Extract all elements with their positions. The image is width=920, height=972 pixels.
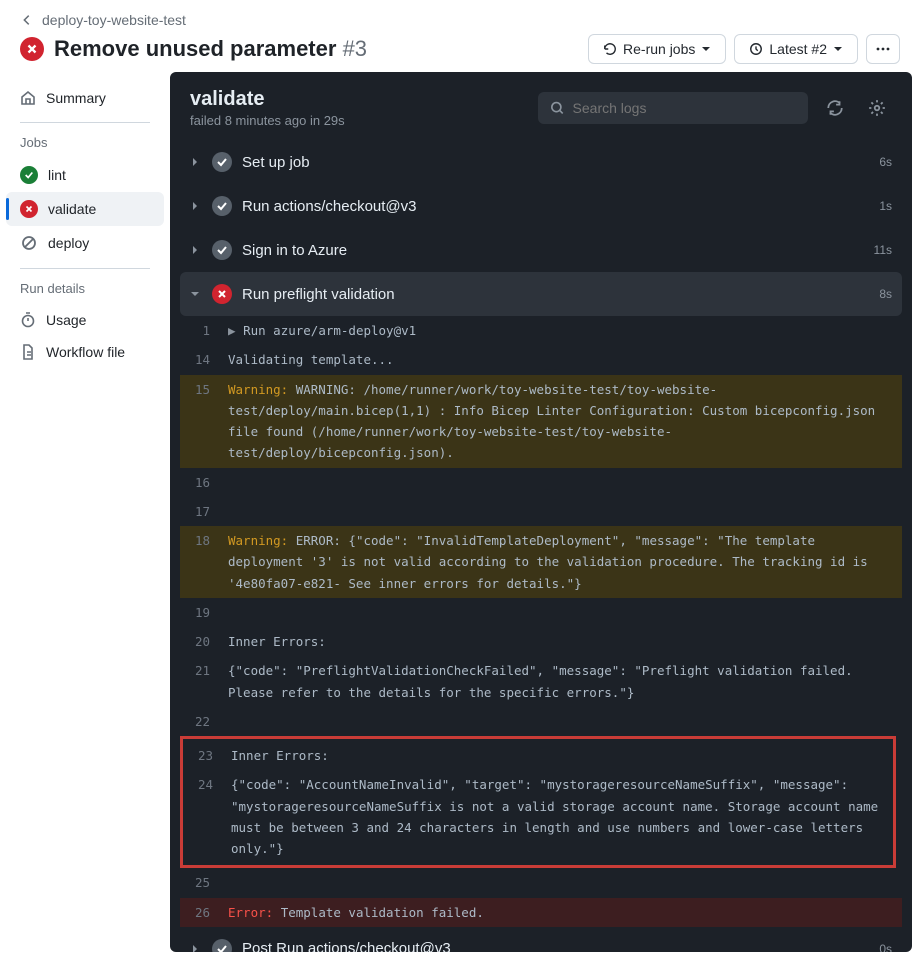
- search-logs[interactable]: [538, 92, 808, 124]
- step-toggle[interactable]: Sign in to Azure 11s: [180, 228, 902, 272]
- sidebar-workflow-file[interactable]: Workflow file: [6, 336, 164, 368]
- home-icon: [20, 90, 36, 106]
- sidebar-job-validate[interactable]: validate: [6, 192, 164, 226]
- step-name: Run actions/checkout@v3: [242, 198, 417, 215]
- chevron-icon: [190, 944, 202, 952]
- step-duration: 11s: [874, 243, 892, 257]
- search-input[interactable]: [573, 100, 796, 116]
- step-name: Run preflight validation: [242, 286, 395, 303]
- log-panel: validate failed 8 minutes ago in 29s Set…: [170, 72, 912, 952]
- run-details-heading: Run details: [6, 273, 164, 304]
- skip-icon: [20, 234, 38, 252]
- step-row: Sign in to Azure 11s: [180, 228, 902, 272]
- sidebar-summary[interactable]: Summary: [6, 82, 164, 114]
- step-name: Post Run actions/checkout@v3: [242, 940, 451, 952]
- check-icon: [212, 939, 232, 952]
- sidebar-job-deploy[interactable]: deploy: [6, 226, 164, 260]
- x-icon: [20, 200, 38, 218]
- chevron-icon: [190, 245, 202, 255]
- chevron-icon: [190, 289, 202, 299]
- log-line: 19: [180, 598, 902, 627]
- check-icon: [212, 240, 232, 260]
- log-line: 20Inner Errors:: [180, 627, 902, 656]
- refresh-logs-button[interactable]: [820, 93, 850, 123]
- settings-button[interactable]: [862, 93, 892, 123]
- sidebar: Summary Jobs lintvalidatedeploy Run deta…: [0, 68, 170, 960]
- log-line: 25: [180, 868, 902, 897]
- chevron-icon: [190, 201, 202, 211]
- step-toggle[interactable]: Set up job 6s: [180, 140, 902, 184]
- step-name: Set up job: [242, 154, 310, 171]
- step-row: Run preflight validation 8s 1▶ Run azure/a…: [180, 272, 902, 927]
- log-line: 16: [180, 468, 902, 497]
- log-line: 1▶ Run azure/arm-deploy@v1: [180, 316, 902, 345]
- log-line: 21{"code": "PreflightValidationCheckFail…: [180, 656, 902, 707]
- log-line: 26Error: Template validation failed.: [180, 898, 902, 927]
- step-duration: 1s: [879, 199, 892, 213]
- step-name: Sign in to Azure: [242, 242, 347, 259]
- step-row: Set up job 6s: [180, 140, 902, 184]
- chevron-icon: [190, 157, 202, 167]
- jobs-heading: Jobs: [6, 127, 164, 158]
- rerun-jobs-button[interactable]: Re-run jobs: [588, 34, 726, 64]
- page-title: Remove unused parameter #3: [54, 36, 367, 62]
- check-icon: [212, 196, 232, 216]
- sidebar-usage[interactable]: Usage: [6, 304, 164, 336]
- check-icon: [20, 166, 38, 184]
- highlighted-error-box: 23Inner Errors:24{"code": "AccountNameIn…: [180, 736, 896, 868]
- kebab-menu-button[interactable]: [866, 34, 900, 64]
- log-line: 24{"code": "AccountNameInvalid", "target…: [183, 770, 893, 863]
- log-line: 15Warning: WARNING: /home/runner/work/to…: [180, 375, 902, 468]
- step-row: Post Run actions/checkout@v3 0s: [180, 927, 902, 952]
- log-line: 17: [180, 497, 902, 526]
- step-duration: 6s: [879, 155, 892, 169]
- step-toggle[interactable]: Run preflight validation 8s: [180, 272, 902, 316]
- log-line: 22: [180, 707, 902, 736]
- step-toggle[interactable]: Post Run actions/checkout@v3 0s: [180, 927, 902, 952]
- status-fail-icon: [20, 37, 44, 61]
- breadcrumb: deploy-toy-website-test: [20, 12, 900, 28]
- log-line: 18Warning: ERROR: {"code": "InvalidTempl…: [180, 526, 902, 598]
- stopwatch-icon: [20, 312, 36, 328]
- job-subtitle: failed 8 minutes ago in 29s: [190, 113, 345, 128]
- step-duration: 8s: [879, 287, 892, 301]
- latest-run-button[interactable]: Latest #2: [734, 34, 858, 64]
- breadcrumb-link[interactable]: deploy-toy-website-test: [42, 12, 186, 28]
- log-line: 23Inner Errors:: [183, 741, 893, 770]
- log-line: 14Validating template...: [180, 345, 902, 374]
- step-duration: 0s: [879, 942, 892, 952]
- job-title: validate: [190, 88, 345, 111]
- file-icon: [20, 344, 36, 360]
- sidebar-job-lint[interactable]: lint: [6, 158, 164, 192]
- back-icon[interactable]: [20, 13, 34, 27]
- log-output: 1▶ Run azure/arm-deploy@v114Validating t…: [180, 316, 902, 927]
- x-icon: [212, 284, 232, 304]
- step-row: Run actions/checkout@v3 1s: [180, 184, 902, 228]
- search-icon: [550, 100, 565, 116]
- check-icon: [212, 152, 232, 172]
- step-toggle[interactable]: Run actions/checkout@v3 1s: [180, 184, 902, 228]
